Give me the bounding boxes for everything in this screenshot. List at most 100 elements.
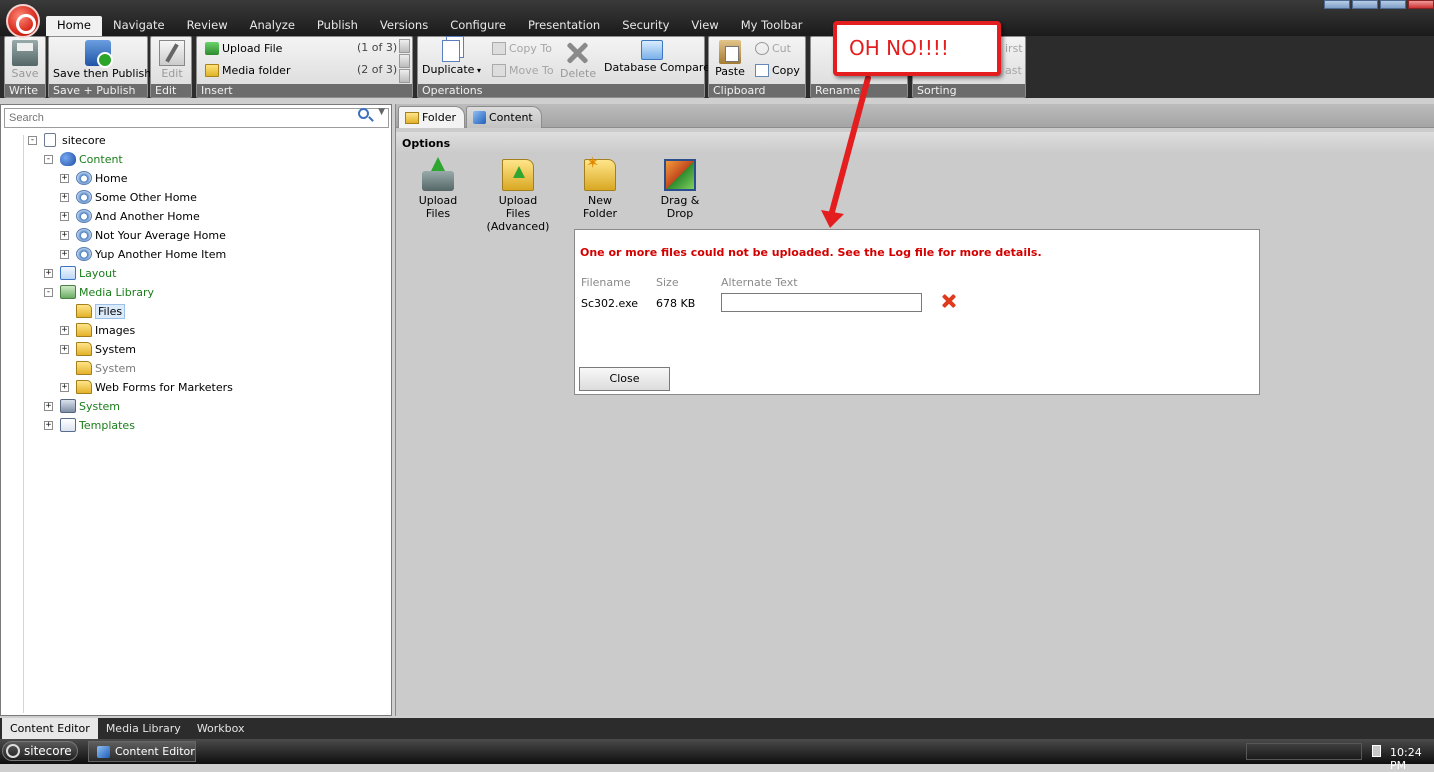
tree-item-not-your-average-home[interactable]: + Not Your Average Home <box>60 226 226 244</box>
collapse-icon[interactable]: - <box>44 154 53 164</box>
tab-home[interactable]: Home <box>46 16 102 36</box>
move-to-button[interactable]: Move To <box>492 64 554 77</box>
copy-icon <box>755 64 769 77</box>
close-button[interactable]: Close <box>579 367 670 391</box>
collapse-icon[interactable]: - <box>28 135 37 145</box>
tab-review[interactable]: Review <box>176 16 239 36</box>
tab-analyze[interactable]: Analyze <box>239 16 306 36</box>
sitecore-logo-icon[interactable] <box>6 4 40 38</box>
close-window-icon[interactable] <box>1408 0 1434 9</box>
duplicate-label: Duplicate <box>422 63 475 76</box>
copy-to-button[interactable]: Copy To <box>492 42 552 55</box>
copy-button[interactable]: Copy <box>755 64 800 77</box>
error-message: One or more files could not be uploaded.… <box>580 246 1042 259</box>
database-compare-button[interactable]: Database Compare <box>604 40 710 74</box>
search-input[interactable] <box>4 108 389 128</box>
tray-icon[interactable] <box>1372 745 1381 757</box>
tree-item-system[interactable]: + System <box>44 397 120 415</box>
delete-button[interactable]: Delete <box>560 40 596 80</box>
tree-item-system-folder[interactable]: + System <box>60 340 136 358</box>
tree-item-layout[interactable]: + Layout <box>44 264 116 282</box>
folder-icon <box>405 111 419 124</box>
tab-folder[interactable]: Folder <box>398 106 465 128</box>
taskbar-item-content-editor[interactable]: Content Editor <box>88 741 196 762</box>
tab-navigate[interactable]: Navigate <box>102 16 176 36</box>
expand-icon[interactable]: + <box>44 268 53 278</box>
new-folder-button[interactable]: New Folder <box>570 156 630 220</box>
edit-button[interactable]: Edit <box>157 40 187 80</box>
tree-item-yup-another-home-item[interactable]: + Yup Another Home Item <box>60 245 226 263</box>
maximize-icon[interactable] <box>1380 0 1406 9</box>
scroll-up-icon[interactable] <box>399 39 410 53</box>
taskbar: sitecore Content Editor 10:24 PM <box>0 739 1434 772</box>
paste-button[interactable]: Paste <box>713 40 747 78</box>
expand-icon[interactable]: + <box>44 420 53 430</box>
tree-item-web-forms[interactable]: + Web Forms for Marketers <box>60 378 233 396</box>
tree-item-and-another-home[interactable]: + And Another Home <box>60 207 200 225</box>
tab-configure[interactable]: Configure <box>439 16 517 36</box>
option-label: Drag & Drop <box>660 194 700 220</box>
expand-icon[interactable]: + <box>60 249 69 259</box>
expand-icon[interactable]: + <box>60 192 69 202</box>
tree-item-files[interactable]: Files <box>60 302 126 320</box>
tab-view[interactable]: View <box>680 16 729 36</box>
tree-item-media-library[interactable]: - Media Library <box>44 283 154 301</box>
search-icon[interactable] <box>358 108 369 119</box>
tab-security[interactable]: Security <box>611 16 680 36</box>
tree-item-sitecore[interactable]: - sitecore <box>28 131 106 149</box>
expand-icon[interactable] <box>399 69 410 83</box>
tab-publish[interactable]: Publish <box>306 16 369 36</box>
tree-item-some-other-home[interactable]: + Some Other Home <box>60 188 197 206</box>
restore-icon[interactable] <box>1352 0 1378 9</box>
tree-item-templates[interactable]: + Templates <box>44 416 135 434</box>
app-tab-media-library[interactable]: Media Library <box>98 718 189 739</box>
insert-scroller[interactable] <box>399 39 410 83</box>
sort-first-button[interactable]: irst <box>1005 42 1023 55</box>
home-icon <box>76 190 92 204</box>
tree-item-home[interactable]: + Home <box>60 169 127 187</box>
expand-icon[interactable]: + <box>60 344 69 354</box>
save-then-publish-button[interactable]: Save then Publish <box>53 40 151 80</box>
insert-media-folder[interactable]: Media folder <box>205 64 290 77</box>
scroll-down-icon[interactable] <box>399 54 410 68</box>
ribbon-group-save-publish: Save then Publish Save + Publish <box>48 36 151 98</box>
tab-presentation[interactable]: Presentation <box>517 16 611 36</box>
cut-button[interactable]: Cut <box>755 42 791 55</box>
minimize-icon[interactable] <box>1324 0 1350 9</box>
sitecore-logo-icon <box>6 744 20 758</box>
app-tab-content-editor[interactable]: Content Editor <box>2 718 98 739</box>
start-button[interactable]: sitecore <box>2 741 78 761</box>
remove-file-icon[interactable] <box>941 293 957 309</box>
app-tab-workbox[interactable]: Workbox <box>189 718 253 739</box>
tab-my-toolbar[interactable]: My Toolbar <box>730 16 814 36</box>
tree-item-system-folder-hidden[interactable]: System <box>60 359 136 377</box>
tree-label: Some Other Home <box>95 190 197 204</box>
home-icon <box>76 171 92 185</box>
expand-icon[interactable]: + <box>60 230 69 240</box>
expand-icon[interactable]: + <box>44 401 53 411</box>
duplicate-button[interactable]: Duplicate ▾ <box>422 40 481 76</box>
upload-files-button[interactable]: Upload Files <box>408 157 468 220</box>
upload-files-advanced-button[interactable]: Upload Files (Advanced) <box>486 159 550 233</box>
sort-last-button[interactable]: ast <box>1005 64 1022 77</box>
expand-icon[interactable]: + <box>60 173 69 183</box>
expand-icon[interactable]: + <box>60 211 69 221</box>
tree-label: Yup Another Home Item <box>95 247 227 261</box>
chevron-down-icon[interactable]: ▼ <box>378 107 385 117</box>
tab-versions[interactable]: Versions <box>369 16 439 36</box>
scissors-icon <box>755 42 769 55</box>
collapse-icon[interactable]: - <box>44 287 53 297</box>
file-size: 678 KB <box>656 297 696 310</box>
tab-content-label: Content <box>489 111 533 124</box>
group-label-edit: Edit <box>151 84 191 97</box>
expand-icon[interactable]: + <box>60 325 69 335</box>
tab-content[interactable]: Content <box>466 106 542 128</box>
drag-drop-button[interactable]: Drag & Drop <box>648 159 712 220</box>
insert-upload-file[interactable]: Upload File <box>205 42 282 55</box>
alternate-text-input[interactable] <box>721 293 922 312</box>
tree-item-images[interactable]: + Images <box>60 321 135 339</box>
tree-item-content[interactable]: - Content <box>44 150 123 168</box>
expand-icon[interactable]: + <box>60 382 69 392</box>
save-button[interactable]: Save <box>9 40 41 80</box>
folder-icon <box>76 361 92 375</box>
